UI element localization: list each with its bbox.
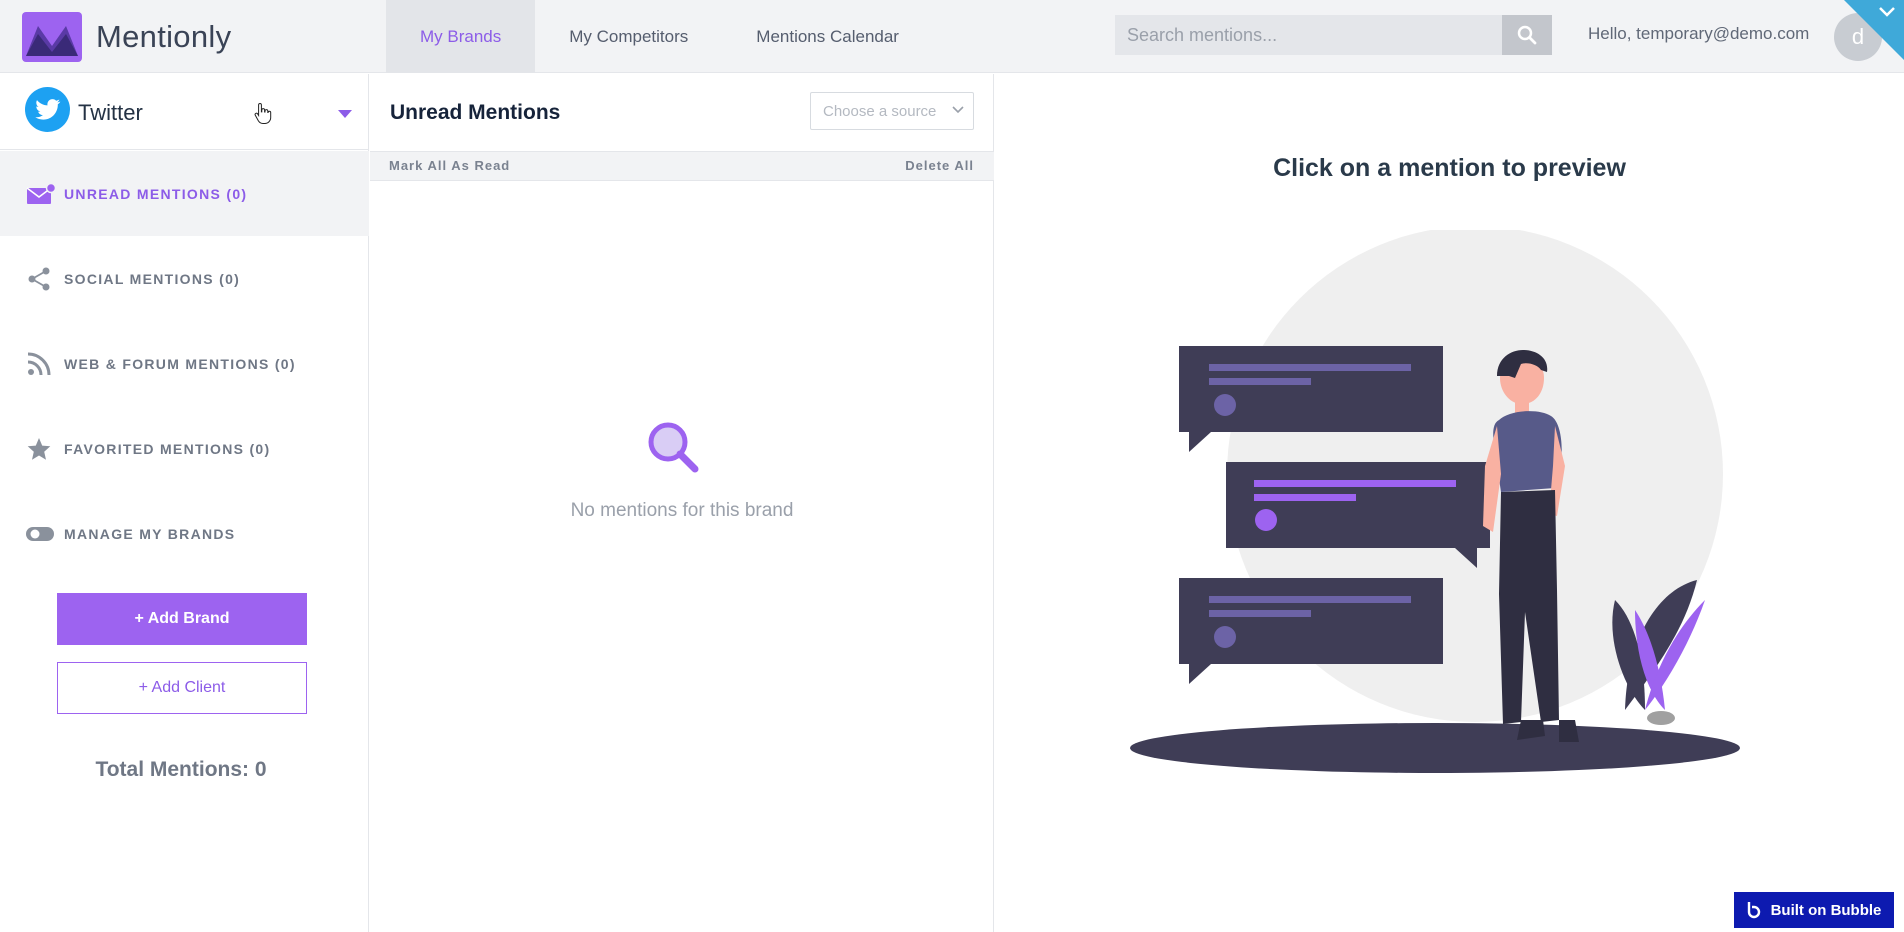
empty-preview-illustration [1130, 230, 1740, 773]
main-nav: My Brands My Competitors Mentions Calend… [386, 0, 933, 73]
sidebar-item-label: WEB & FORUM MENTIONS (0) [64, 355, 296, 372]
rss-icon [26, 351, 56, 377]
share-icon [26, 266, 56, 292]
mentions-list-panel: Unread Mentions Choose a source Mark All… [370, 74, 994, 932]
sidebar-item-label: MANAGE MY BRANDS [64, 525, 236, 542]
toggle-icon [26, 521, 56, 547]
nav-mentions-calendar[interactable]: Mentions Calendar [722, 0, 933, 73]
hand-cursor-icon [254, 102, 272, 124]
panel-title: Unread Mentions [390, 101, 561, 124]
preview-panel: Click on a mention to preview [995, 74, 1904, 932]
badge-label: Built on Bubble [1770, 901, 1882, 919]
source-selector[interactable]: Twitter [0, 74, 369, 150]
action-bar: Mark All As Read Delete All [370, 151, 994, 181]
source-label: Twitter [78, 100, 143, 125]
nav-my-brands[interactable]: My Brands [386, 0, 536, 73]
mentionly-logo-icon [22, 12, 82, 62]
user-greeting: Hello, temporary@demo.com [1588, 24, 1810, 43]
corner-dropdown-tab[interactable] [1844, 0, 1904, 60]
sidebar: Twitter UNREAD MENTIONS (0) SOCIAL MENTI… [0, 74, 369, 932]
sidebar-item-label: FAVORITED MENTIONS (0) [64, 440, 271, 457]
add-brand-button[interactable]: + Add Brand [57, 593, 307, 645]
source-dropdown[interactable]: Choose a source [810, 92, 974, 130]
logo[interactable]: Mentionly [22, 12, 231, 62]
preview-title: Click on a mention to preview [1273, 154, 1626, 182]
mark-all-read-button[interactable]: Mark All As Read [389, 158, 510, 173]
magnifier-icon [648, 422, 699, 473]
delete-all-button[interactable]: Delete All [905, 158, 974, 173]
nav-my-competitors[interactable]: My Competitors [535, 0, 722, 73]
bubble-logo-icon [1747, 902, 1760, 919]
sidebar-item-social-mentions[interactable]: SOCIAL MENTIONS (0) [0, 236, 369, 321]
built-on-bubble-badge[interactable]: Built on Bubble [1734, 892, 1894, 928]
sidebar-item-unread-mentions[interactable]: UNREAD MENTIONS (0) [0, 151, 369, 236]
search-icon [1517, 25, 1537, 45]
chevron-down-icon [952, 106, 964, 114]
search-button[interactable] [1502, 15, 1552, 55]
caret-down-icon [338, 110, 352, 118]
twitter-icon [25, 87, 70, 132]
sidebar-item-web-forum-mentions[interactable]: WEB & FORUM MENTIONS (0) [0, 321, 369, 406]
sidebar-item-manage-brands[interactable]: MANAGE MY BRANDS [0, 491, 369, 576]
logo-text: Mentionly [96, 19, 232, 54]
sidebar-item-label: UNREAD MENTIONS (0) [64, 185, 248, 202]
search-input[interactable] [1115, 15, 1502, 55]
empty-state-text: No mentions for this brand [570, 500, 794, 521]
star-icon [26, 436, 56, 462]
source-dropdown-placeholder: Choose a source [823, 102, 937, 120]
sidebar-item-favorited-mentions[interactable]: FAVORITED MENTIONS (0) [0, 406, 369, 491]
top-header: Mentionly My Brands My Competitors Menti… [0, 0, 1904, 73]
envelope-icon [26, 181, 56, 207]
sidebar-item-label: SOCIAL MENTIONS (0) [64, 270, 241, 287]
add-client-button[interactable]: + Add Client [57, 662, 307, 714]
total-mentions: Total Mentions: 0 [95, 758, 267, 781]
chevron-down-icon [1879, 7, 1895, 17]
